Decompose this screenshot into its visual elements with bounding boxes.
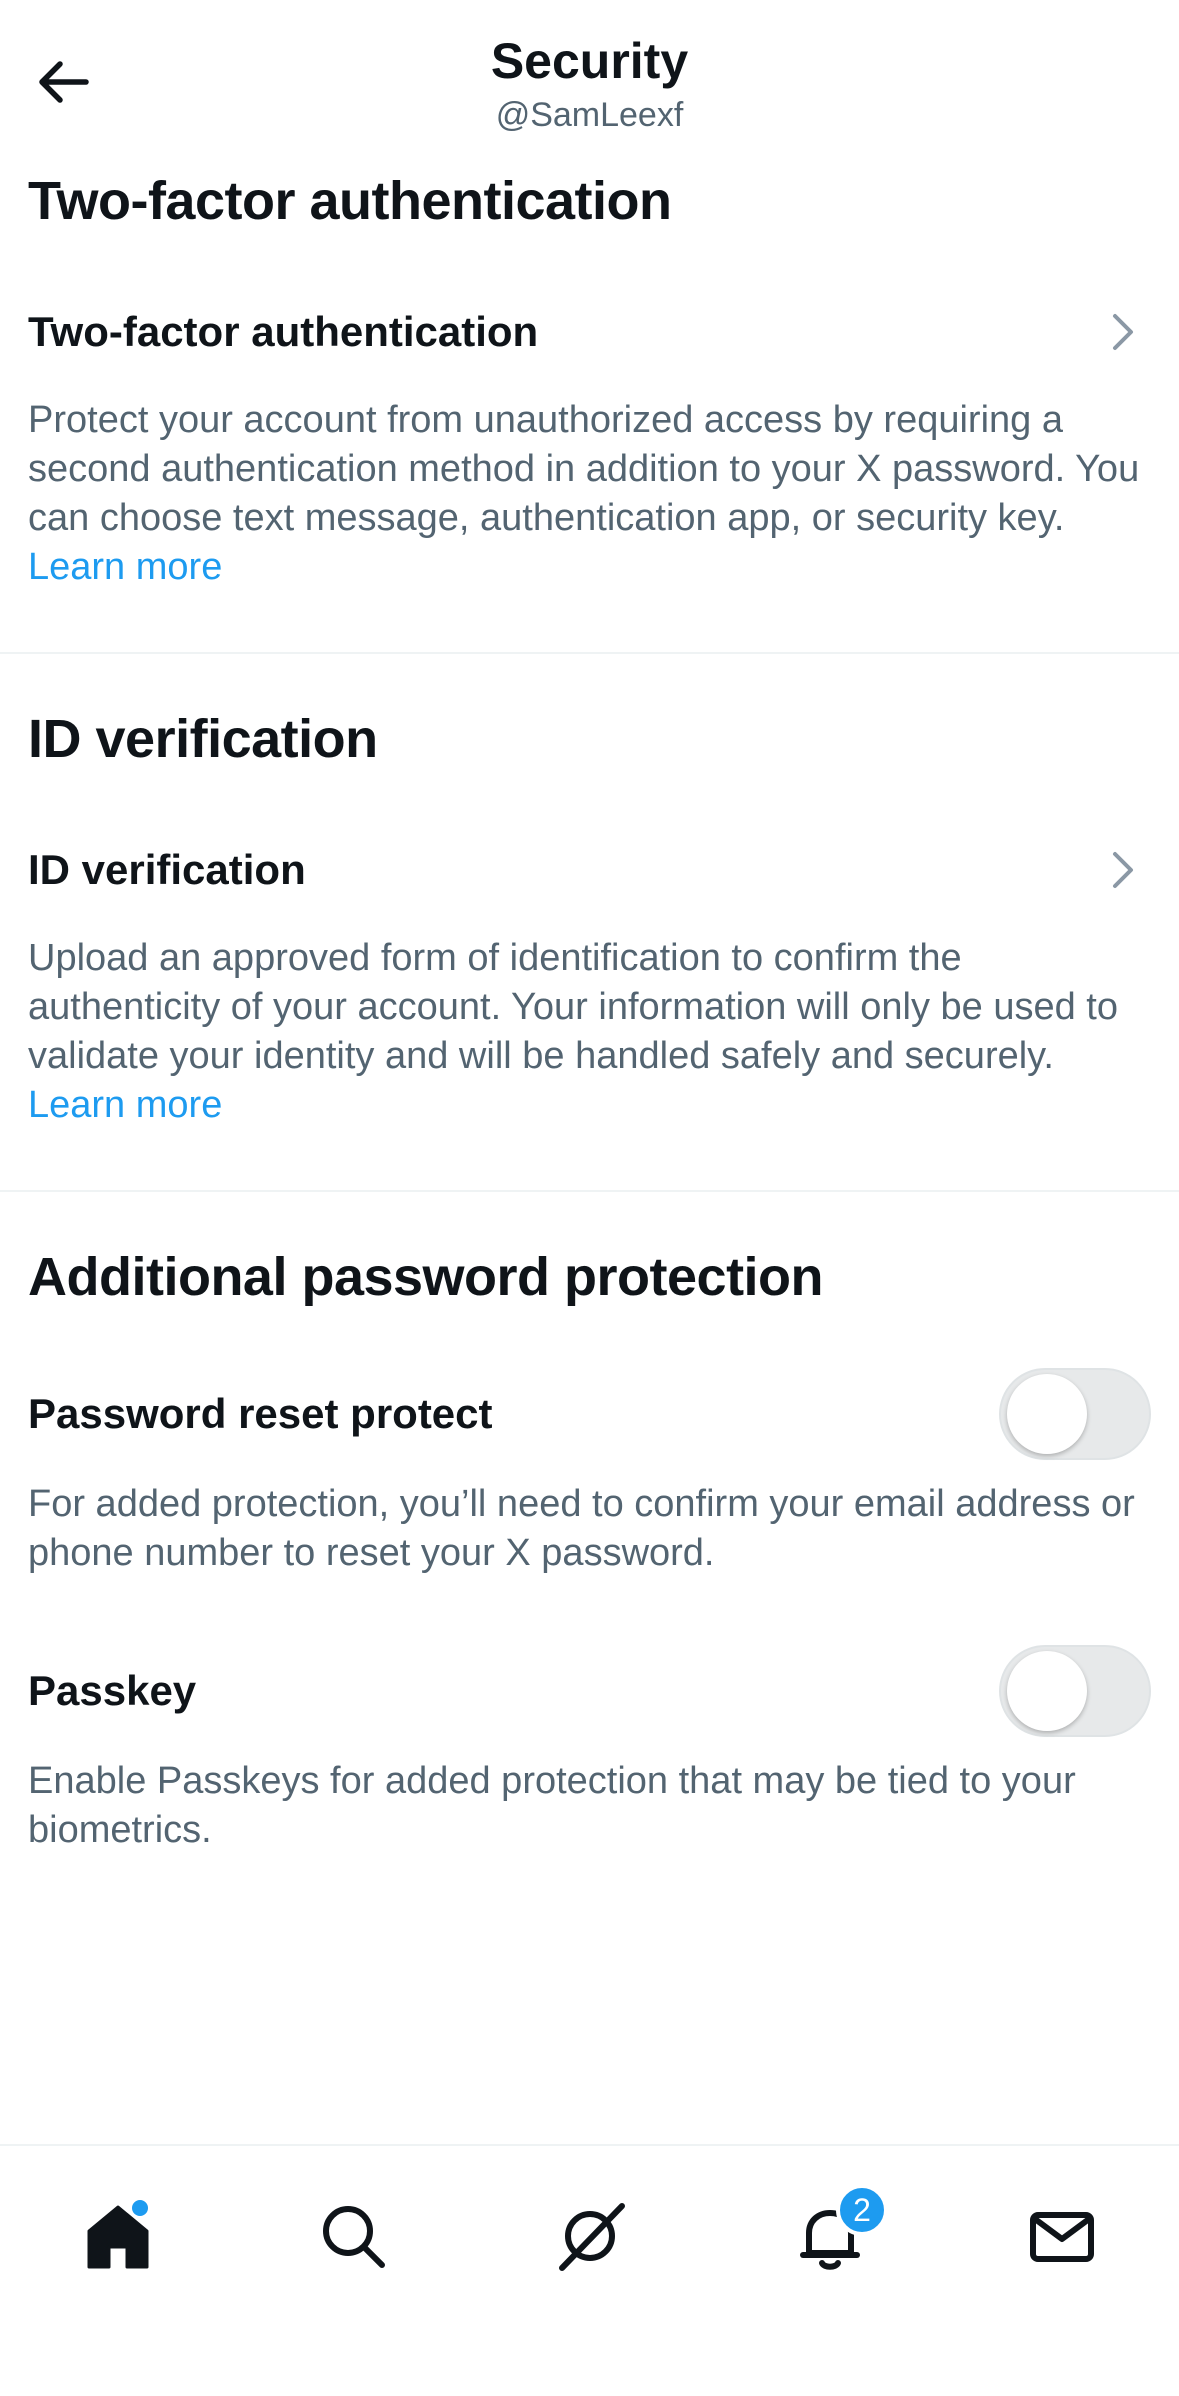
- two-factor-description: Protect your account from unauthorized a…: [28, 396, 1158, 592]
- home-unread-dot: [132, 2200, 148, 2216]
- nav-grok[interactable]: [530, 2176, 650, 2296]
- id-verification-learn-more-link[interactable]: Learn more: [28, 1084, 222, 1126]
- mail-icon: [1030, 2212, 1094, 2262]
- bottom-nav: 2: [0, 2144, 1179, 2396]
- two-factor-authentication-row[interactable]: Two-factor authentication: [0, 282, 1179, 382]
- nav-notifications[interactable]: 2: [770, 2176, 890, 2296]
- passkey-description: Enable Passkeys for added protection tha…: [28, 1760, 1076, 1851]
- nav-search[interactable]: [293, 2176, 413, 2296]
- id-verification-description: Upload an approved form of identificatio…: [28, 934, 1158, 1130]
- header: Security @SamLeexf: [0, 0, 1179, 160]
- passkey-toggle[interactable]: [999, 1645, 1151, 1737]
- nav-home[interactable]: [58, 2176, 178, 2296]
- toggle-knob: [1007, 1651, 1087, 1731]
- two-factor-description-text: Protect your account from unauthorized a…: [28, 399, 1140, 539]
- nav-messages[interactable]: [1002, 2176, 1122, 2296]
- account-username: @SamLeexf: [495, 96, 684, 134]
- password-reset-protect-label: Password reset protect: [28, 1390, 493, 1437]
- notifications-badge: 2: [836, 2184, 888, 2236]
- section-heading-two-factor: Two-factor authentication: [28, 171, 672, 231]
- chevron-right-icon: [1113, 852, 1133, 888]
- section-heading-id-verification: ID verification: [28, 709, 378, 769]
- page-title: Security: [490, 33, 689, 89]
- two-factor-row-label: Two-factor authentication: [28, 308, 539, 355]
- password-reset-protect-toggle[interactable]: [999, 1368, 1151, 1460]
- toggle-knob: [1007, 1374, 1087, 1454]
- passkey-label: Passkey: [28, 1667, 197, 1714]
- section-heading-password-protection: Additional password protection: [28, 1247, 824, 1307]
- password-reset-protect-description: For added protection, you’ll need to con…: [28, 1483, 1135, 1574]
- passkey-row: Passkey: [0, 1641, 1179, 1741]
- id-verification-row-label: ID verification: [28, 846, 306, 893]
- id-verification-description-text: Upload an approved form of identificatio…: [28, 937, 1118, 1077]
- grok-icon: [559, 2203, 625, 2271]
- divider: [0, 1190, 1179, 1192]
- chevron-right-icon: [1113, 314, 1133, 350]
- password-reset-protect-row: Password reset protect: [0, 1364, 1179, 1464]
- id-verification-row[interactable]: ID verification: [0, 820, 1179, 920]
- search-icon: [323, 2206, 385, 2268]
- divider: [0, 652, 1179, 654]
- two-factor-learn-more-link[interactable]: Learn more: [28, 546, 222, 588]
